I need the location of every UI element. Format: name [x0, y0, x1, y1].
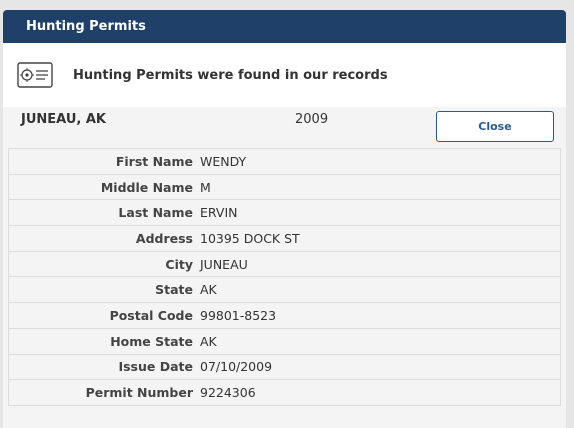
detail-value: AK [200, 282, 217, 298]
detail-row-address: Address 10395 DOCK ST [9, 226, 560, 252]
detail-label: State [155, 282, 193, 298]
detail-value: 9224306 [200, 385, 256, 401]
detail-label: Permit Number [85, 385, 193, 401]
detail-label: Home State [110, 333, 193, 349]
detail-value: 07/10/2009 [200, 359, 273, 375]
detail-label: Issue Date [118, 359, 193, 375]
detail-row-issue-date: Issue Date 07/10/2009 [9, 355, 560, 381]
detail-label: Middle Name [100, 179, 193, 195]
detail-row-city: City JUNEAU [9, 252, 560, 278]
detail-label: First Name [115, 153, 193, 169]
detail-value: M [200, 179, 211, 195]
detail-row-first-name: First Name WENDY [9, 149, 560, 175]
close-button[interactable]: Close [436, 111, 554, 142]
detail-value: AK [200, 333, 217, 349]
detail-row-last-name: Last Name ERVIN [9, 200, 560, 227]
modal-title: Hunting Permits [26, 19, 146, 34]
permit-location: JUNEAU, AK [21, 112, 106, 127]
detail-label: Postal Code [109, 307, 193, 323]
detail-value: ERVIN [200, 205, 238, 221]
detail-value: WENDY [200, 153, 247, 169]
detail-value: JUNEAU [200, 256, 248, 272]
detail-label: Address [135, 230, 193, 246]
records-found-notice: Hunting Permits were found in our record… [3, 43, 566, 107]
detail-row-state: State AK [9, 277, 560, 304]
detail-value: 99801-8523 [200, 307, 277, 323]
notice-text: Hunting Permits were found in our record… [73, 67, 388, 83]
detail-row-permit-number: Permit Number 9224306 [9, 380, 560, 406]
permit-summary: JUNEAU, AK 2009 Close [3, 107, 566, 145]
detail-label: City [165, 256, 193, 272]
permit-modal: Hunting Permits Hunting Permits were fou… [3, 10, 566, 428]
detail-label: Last Name [118, 205, 193, 221]
permit-year: 2009 [295, 112, 329, 127]
modal-header: Hunting Permits [3, 10, 566, 43]
detail-row-home-state: Home State AK [9, 329, 560, 355]
detail-row-postal-code: Postal Code 99801-8523 [9, 303, 560, 329]
detail-value: 10395 DOCK ST [200, 230, 300, 246]
detail-row-middle-name: Middle Name M [9, 175, 560, 201]
permit-details-table: First Name WENDY Middle Name M Last Name… [8, 148, 561, 406]
permit-card-icon [17, 62, 53, 88]
